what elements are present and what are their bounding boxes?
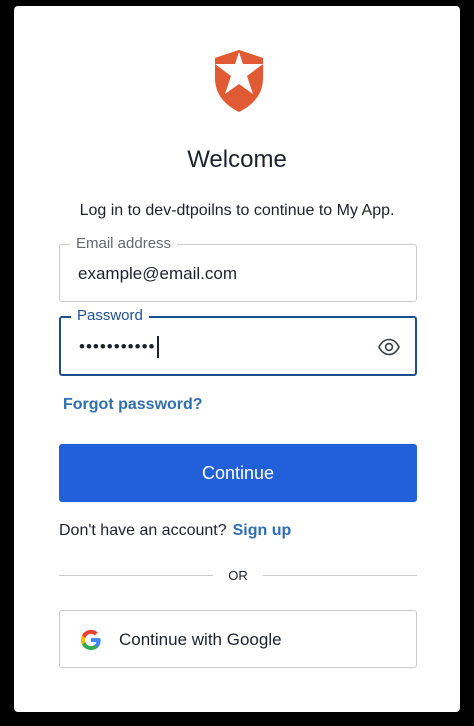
password-masked-value: •••••••••••: [79, 337, 156, 356]
google-button-label: Continue with Google: [119, 630, 282, 649]
or-divider: OR: [59, 566, 417, 586]
password-label: Password: [71, 307, 149, 325]
continue-button[interactable]: Continue: [59, 444, 417, 502]
email-input[interactable]: example@email.com: [78, 263, 237, 285]
page-title: Welcome: [187, 146, 287, 173]
text-caret: [157, 336, 159, 358]
signup-link[interactable]: Sign up: [233, 522, 292, 539]
google-icon: [80, 629, 101, 651]
signup-prompt: Don't have an account?: [59, 522, 227, 539]
continue-with-google-button[interactable]: Continue with Google: [59, 610, 417, 668]
login-card: Welcome Log in to dev-dtpoilns to contin…: [14, 6, 460, 712]
forgot-password-link[interactable]: Forgot password?: [63, 396, 203, 414]
email-field[interactable]: Email address example@email.com: [59, 235, 417, 302]
divider-line-right: [263, 575, 417, 576]
password-field[interactable]: Password •••••••••••: [59, 307, 417, 376]
signup-row: Don't have an account? Sign up: [59, 522, 291, 540]
page-subtitle: Log in to dev-dtpoilns to continue to My…: [79, 202, 395, 219]
shield-star-icon: [215, 50, 263, 112]
eye-icon[interactable]: [377, 335, 401, 359]
password-input[interactable]: •••••••••••: [79, 336, 159, 358]
email-label: Email address: [70, 235, 178, 253]
